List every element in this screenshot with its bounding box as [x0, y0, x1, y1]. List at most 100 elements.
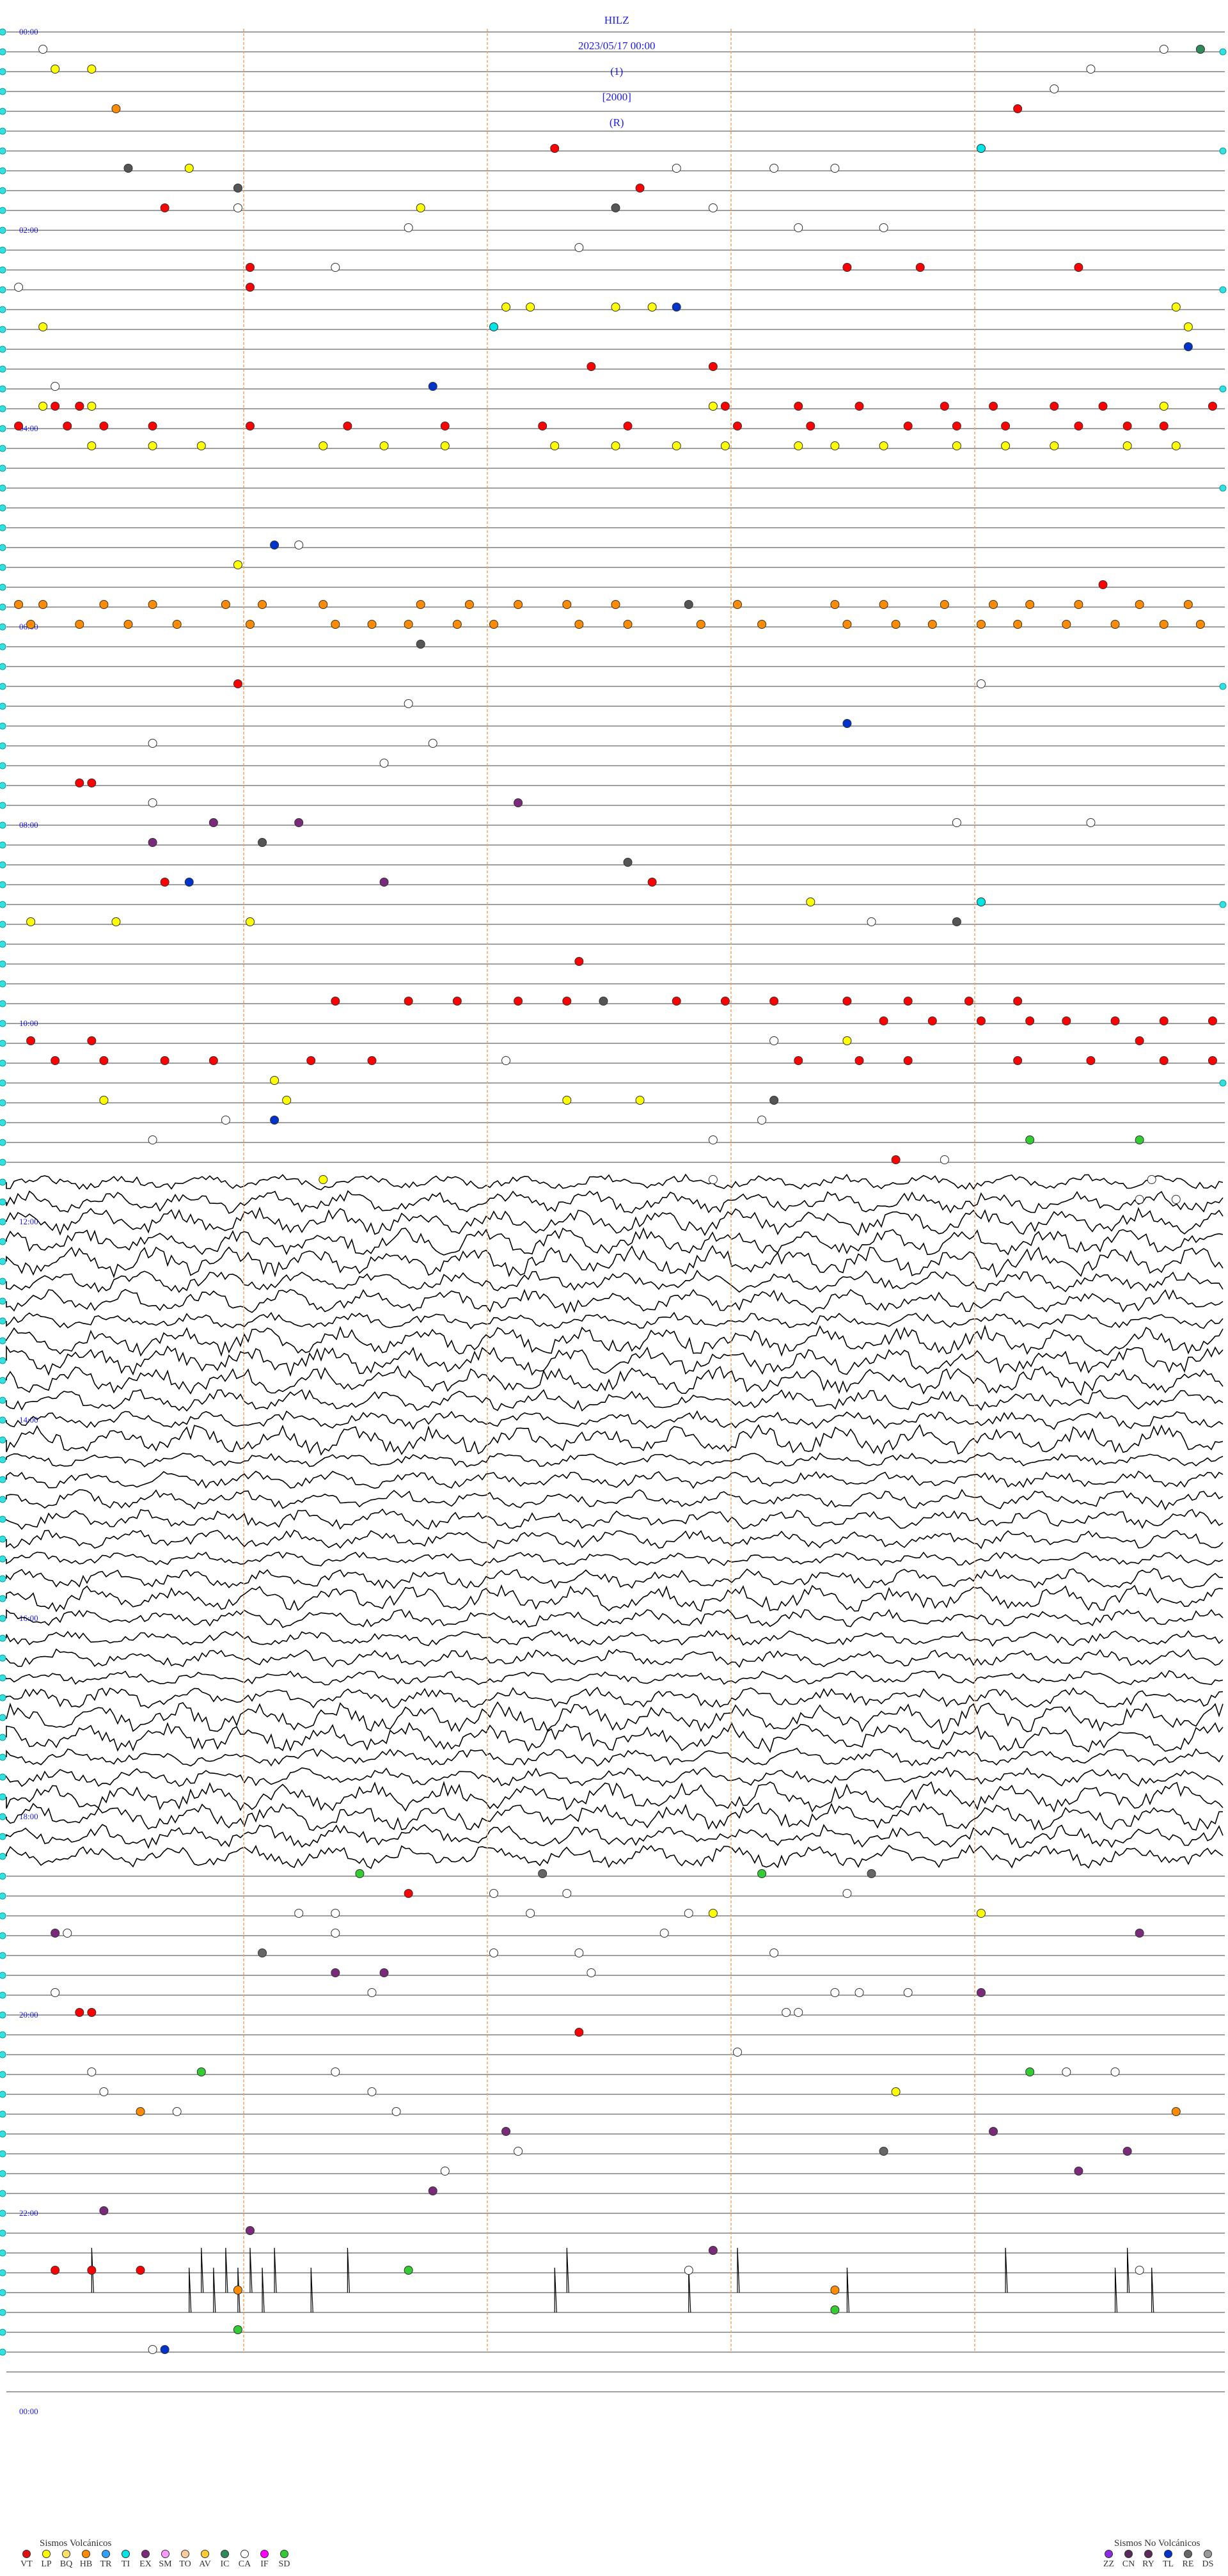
trace-line	[6, 1288, 1224, 1315]
legend-label: AV	[199, 2559, 211, 2569]
event-marker	[1110, 1016, 1120, 1025]
event-marker	[1195, 620, 1205, 629]
event-marker	[294, 1909, 304, 1918]
legend-item-to: TO	[175, 2550, 195, 2570]
legend-item-re: RE	[1178, 2550, 1198, 2570]
row-marker	[0, 445, 6, 452]
event-marker	[87, 65, 97, 74]
event-marker	[319, 1175, 328, 1184]
event-marker	[331, 263, 340, 272]
legend-label: TO	[179, 2559, 191, 2569]
event-marker	[659, 1929, 669, 1938]
trace-line	[6, 1365, 1224, 1396]
legend-swatch	[141, 2550, 150, 2558]
event-marker	[903, 422, 913, 431]
event-marker	[404, 699, 413, 708]
row-marker	[0, 2229, 6, 2237]
event-marker	[1062, 2067, 1071, 2076]
row-marker	[0, 1000, 6, 1007]
legend-swatch	[1204, 2550, 1212, 2558]
event-marker	[1171, 303, 1181, 312]
event-marker	[258, 600, 267, 609]
event-marker	[136, 2107, 145, 2116]
row-marker	[0, 1456, 6, 1464]
event-marker	[684, 1909, 693, 1918]
row-marker	[0, 901, 6, 908]
event-marker	[184, 878, 194, 887]
row-marker	[0, 286, 6, 294]
event-marker	[586, 1968, 596, 1977]
event-marker	[123, 620, 133, 629]
event-marker	[379, 878, 389, 887]
trace-line	[6, 1686, 1224, 1709]
legend-label: TI	[121, 2559, 130, 2569]
event-marker	[635, 1096, 645, 1105]
trace-line	[6, 1748, 1224, 1767]
event-marker	[111, 104, 121, 113]
row-marker	[0, 464, 6, 472]
row-marker	[0, 623, 6, 631]
row-marker	[0, 207, 6, 214]
row-marker	[0, 226, 6, 234]
event-marker	[404, 2266, 413, 2275]
legend-item-zz: ZZ	[1099, 2550, 1119, 2570]
event-marker	[794, 2008, 803, 2017]
event-marker	[647, 303, 657, 312]
event-marker	[977, 1909, 986, 1918]
legend-item-ry: RY	[1138, 2550, 1158, 2570]
event-marker	[331, 1929, 340, 1938]
legend-item-ca: CA	[235, 2550, 255, 2570]
event-marker	[246, 2226, 255, 2235]
legend-item-ds: DS	[1198, 2550, 1218, 2570]
hour-label: 18:00	[19, 1812, 38, 1821]
event-marker	[233, 184, 242, 193]
row-marker	[0, 484, 6, 492]
trace-line	[6, 1721, 1224, 1753]
event-marker	[891, 1155, 901, 1164]
trace-line	[6, 1410, 1224, 1430]
event-marker	[367, 1056, 377, 1065]
event-marker	[599, 997, 608, 1006]
legend-item-if: IF	[255, 2550, 274, 2570]
event-marker	[148, 441, 157, 450]
event-marker	[196, 441, 206, 450]
event-marker	[708, 402, 718, 411]
row-marker	[0, 821, 6, 829]
legend-swatch	[221, 2550, 229, 2558]
hour-label: 02:00	[19, 225, 38, 235]
trace-spike	[262, 2267, 265, 2313]
event-marker	[574, 620, 584, 629]
event-marker	[720, 997, 730, 1006]
legend-label: TR	[100, 2559, 112, 2569]
trace-line	[6, 1551, 1224, 1567]
event-marker	[708, 2246, 718, 2255]
row-marker	[0, 1615, 6, 1622]
trace-spike	[274, 2247, 277, 2293]
row-marker	[0, 940, 6, 948]
legend-swatch	[260, 2550, 269, 2558]
event-marker	[927, 1016, 937, 1025]
row-marker	[0, 1654, 6, 1662]
event-marker	[148, 2345, 157, 2354]
event-marker	[172, 620, 182, 629]
event-marker	[99, 422, 109, 431]
legend-item-sm: SM	[155, 2550, 175, 2570]
event-marker	[160, 878, 169, 887]
event-marker	[331, 2067, 340, 2076]
event-marker	[246, 422, 255, 431]
row-marker	[0, 1634, 6, 1642]
event-marker	[903, 1056, 913, 1065]
legend-label: IC	[220, 2559, 230, 2569]
event-marker	[672, 441, 681, 450]
row-marker	[0, 326, 6, 333]
event-marker	[452, 997, 462, 1006]
row-marker	[0, 2031, 6, 2039]
event-marker	[940, 402, 949, 411]
event-marker	[221, 600, 230, 609]
event-marker	[903, 1988, 913, 1997]
event-marker	[38, 45, 48, 54]
event-marker	[672, 164, 681, 173]
event-marker	[586, 362, 596, 371]
event-marker	[611, 303, 620, 312]
trace-spike	[737, 2247, 740, 2293]
